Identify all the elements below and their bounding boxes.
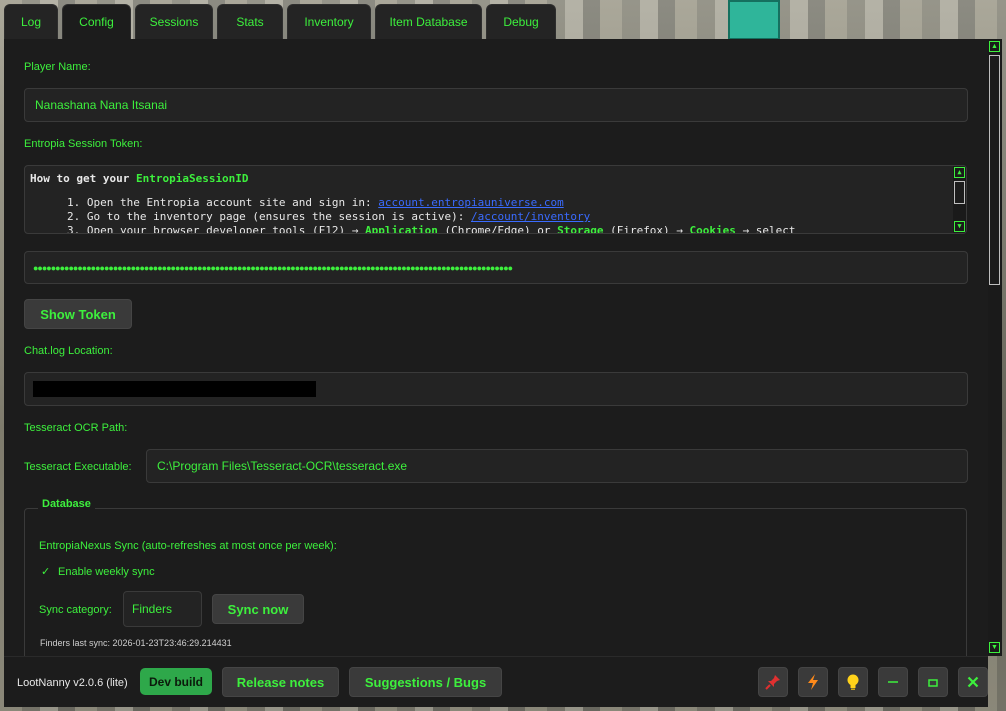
tesseract-ocr-label: Tesseract OCR Path: (24, 422, 128, 434)
game-structure (728, 0, 780, 40)
help-step-3-application: Application (365, 224, 438, 234)
tab-inventory-label: Inventory (304, 15, 354, 29)
chatlog-label: Chat.log Location: (24, 345, 113, 357)
dev-build-badge: Dev build (140, 668, 212, 695)
chatlog-path-input[interactable] (24, 372, 968, 406)
tab-config[interactable]: Config (62, 4, 131, 39)
tab-sessions-label: Sessions (149, 15, 199, 29)
sync-category-label: Sync category: (39, 604, 112, 616)
pin-button[interactable] (758, 667, 788, 697)
weekly-sync-label[interactable]: Enable weekly sync (58, 566, 155, 578)
release-notes-button[interactable]: Release notes (222, 667, 339, 697)
help-step-3-part: (Firefox) → (603, 224, 690, 234)
redacted-path (33, 381, 316, 397)
session-token-value: ●●●●●●●●●●●●●●●●●●●●●●●●●●●●●●●●●●●●●●●●… (33, 262, 513, 273)
show-token-label: Show Token (40, 306, 116, 322)
tab-debug-label: Debug (503, 15, 539, 29)
sync-category-value: Finders (132, 602, 173, 616)
sync-now-button[interactable]: Sync now (212, 594, 304, 624)
tab-log[interactable]: Log (4, 4, 58, 39)
help-title-token: EntropiaSessionID (135, 172, 249, 185)
help-title-prefix: How to get your (30, 172, 136, 185)
help-step-3: 3. Open your browser developer tools (F1… (67, 224, 796, 234)
maximize-icon (928, 679, 938, 687)
tab-log-label: Log (20, 15, 42, 29)
app-version: LootNanny v2.0.6 (lite) (17, 677, 128, 689)
help-step-1-text: 1. Open the Entropia account site and si… (67, 196, 379, 209)
lightbulb-icon (847, 674, 859, 690)
bolt-button[interactable] (798, 667, 828, 697)
panel-scroll-thumb[interactable] (989, 55, 1000, 285)
pin-icon (765, 675, 780, 690)
tab-stats-label: Stats (236, 15, 264, 29)
sync-category-select[interactable]: Finders (123, 591, 202, 627)
config-panel: Player Name: Nanashana Nana Itsanai Entr… (4, 39, 988, 656)
tab-item-database[interactable]: Item Database (375, 4, 482, 39)
help-step-3-storage: Storage (557, 224, 604, 234)
tesseract-exe-label: Tesseract Executable: (24, 461, 132, 473)
suggestions-button[interactable]: Suggestions / Bugs (349, 667, 502, 697)
close-icon (967, 676, 979, 688)
tesseract-exe-input[interactable]: C:\Program Files\Tesseract-OCR\tesseract… (146, 449, 968, 483)
tab-stats[interactable]: Stats (217, 4, 283, 39)
minimize-icon (888, 681, 898, 683)
database-group-title: Database (38, 498, 95, 510)
tab-debug[interactable]: Debug (486, 4, 556, 39)
session-token-input[interactable]: ●●●●●●●●●●●●●●●●●●●●●●●●●●●●●●●●●●●●●●●●… (24, 251, 968, 284)
tab-item-database-label: Item Database (389, 15, 468, 29)
footer-bar: LootNanny v2.0.6 (lite) Dev build Releas… (4, 656, 988, 707)
token-help-text[interactable]: How to get your EntropiaSessionID 1. Ope… (24, 165, 967, 234)
help-scroll-down-icon[interactable]: ▼ (954, 221, 965, 232)
help-step-3-part: 3. Open your browser developer tools (F1… (67, 224, 366, 234)
inventory-link[interactable]: /account/inventory (471, 210, 590, 223)
minimize-button[interactable] (878, 667, 908, 697)
help-scroll-thumb[interactable] (954, 181, 965, 204)
help-step-3-part: → select (735, 224, 796, 234)
tab-bar: Log Config Sessions Stats Inventory Item… (4, 4, 556, 39)
help-title: How to get your EntropiaSessionID (30, 172, 249, 185)
help-scroll-up-icon[interactable]: ▲ (954, 167, 965, 178)
tab-sessions[interactable]: Sessions (135, 4, 213, 39)
session-token-label: Entropia Session Token: (24, 138, 143, 150)
close-button[interactable] (958, 667, 988, 697)
tab-inventory[interactable]: Inventory (287, 4, 371, 39)
bulb-button[interactable] (838, 667, 868, 697)
last-sync-text: Finders last sync: 2026-01-23T23:46:29.2… (40, 638, 232, 648)
help-step-3-part: (Chrome/Edge) or (437, 224, 558, 234)
help-step-1: 1. Open the Entropia account site and si… (67, 196, 564, 209)
help-scrollbar[interactable]: ▲ ▼ (953, 166, 966, 233)
panel-scrollbar[interactable]: ▲ ▼ (988, 39, 1002, 656)
player-name-input[interactable]: Nanashana Nana Itsanai (24, 88, 968, 122)
database-group (24, 508, 967, 656)
panel-scroll-down-icon[interactable]: ▼ (989, 642, 1000, 653)
tesseract-exe-value: C:\Program Files\Tesseract-OCR\tesseract… (157, 459, 408, 473)
nexus-sync-label: EntropiaNexus Sync (auto-refreshes at mo… (39, 540, 337, 552)
release-notes-label: Release notes (236, 674, 325, 690)
weekly-sync-checkbox[interactable]: ✓ (41, 565, 50, 578)
player-name-label: Player Name: (24, 61, 91, 73)
account-link[interactable]: account.entropiauniverse.com (378, 196, 563, 209)
player-name-value: Nanashana Nana Itsanai (35, 98, 168, 112)
lightning-icon (808, 674, 818, 690)
help-step-2: 2. Go to the inventory page (ensures the… (67, 210, 590, 223)
help-step-2-text: 2. Go to the inventory page (ensures the… (67, 210, 471, 223)
help-step-3-cookies: Cookies (689, 224, 736, 234)
show-token-button[interactable]: Show Token (24, 299, 132, 329)
tab-config-label: Config (79, 15, 114, 29)
panel-scroll-up-icon[interactable]: ▲ (989, 41, 1000, 52)
maximize-button[interactable] (918, 667, 948, 697)
sync-now-label: Sync now (227, 601, 289, 617)
suggestions-label: Suggestions / Bugs (364, 674, 487, 690)
